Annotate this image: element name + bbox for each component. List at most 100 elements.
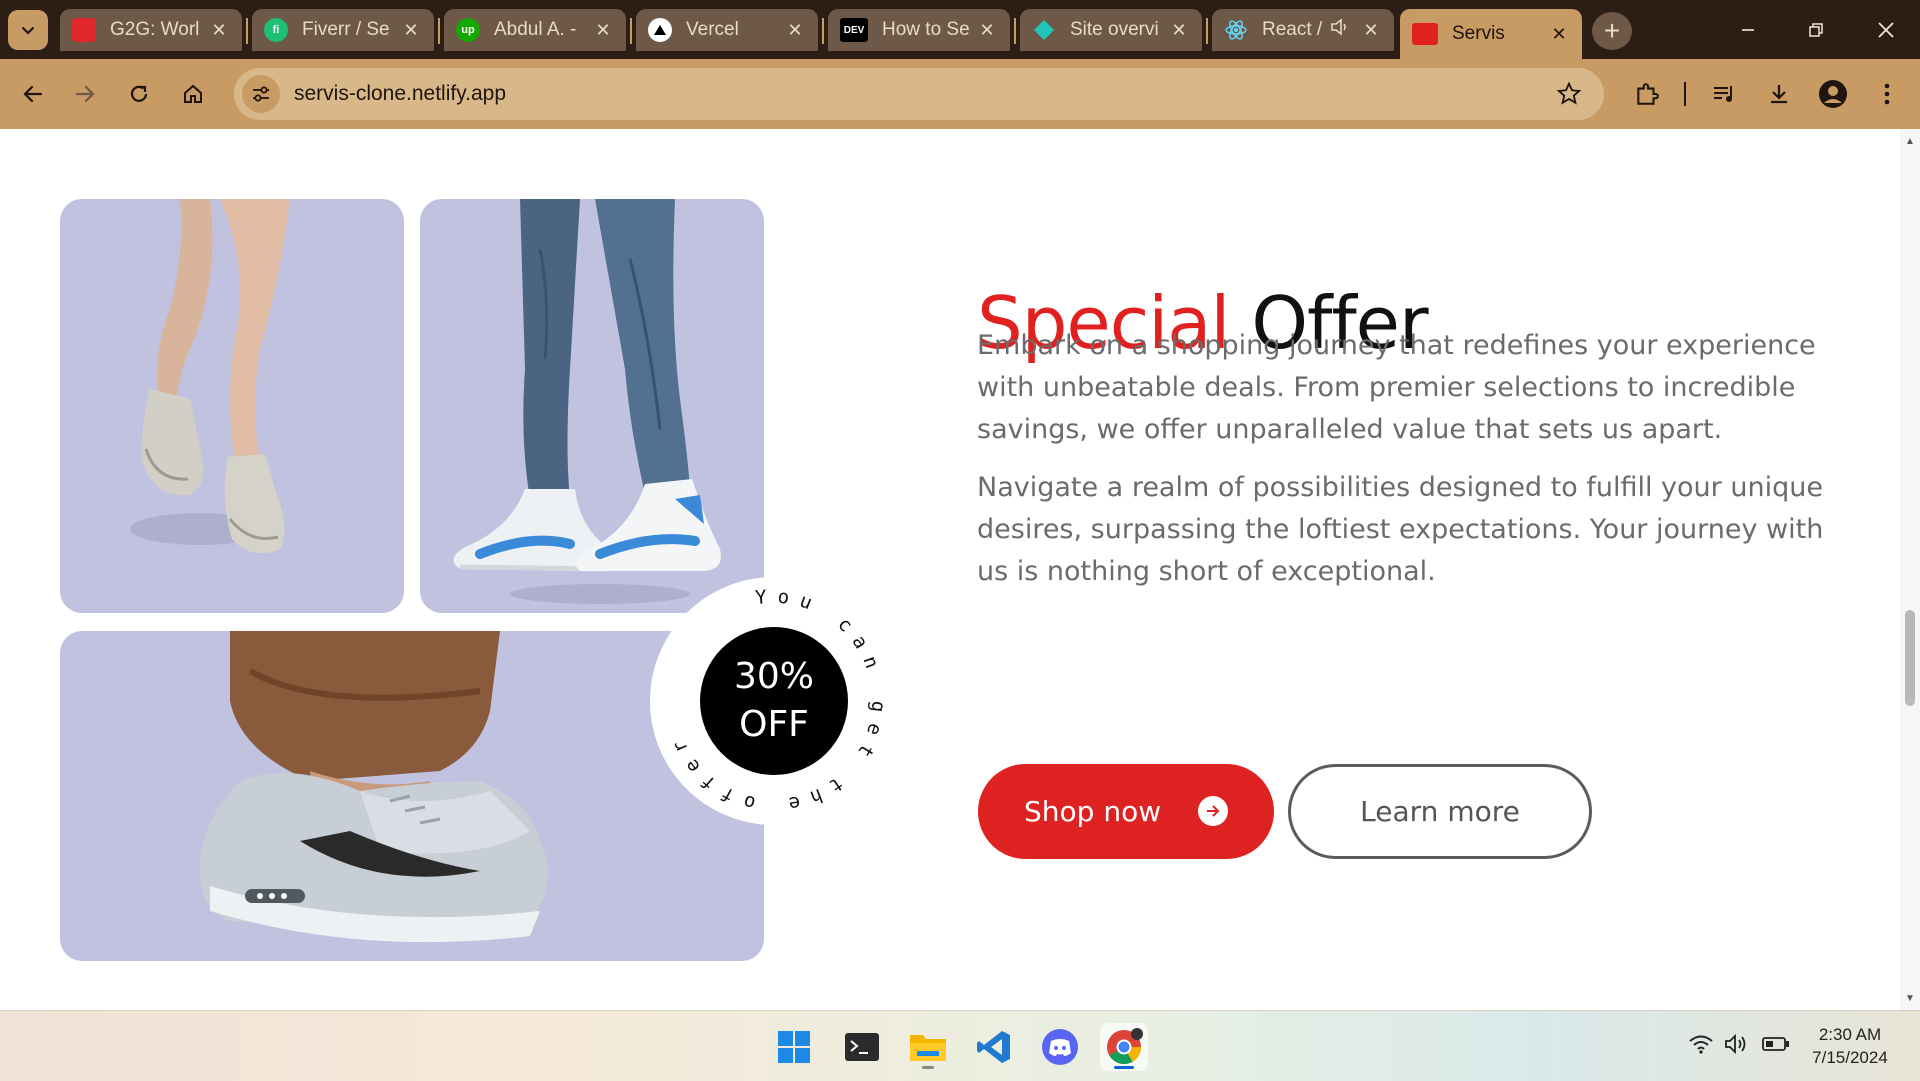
tab-servis[interactable]: Servis ✕ bbox=[1400, 9, 1582, 59]
tab-title: Fiverr / Se bbox=[302, 19, 390, 40]
tab-title: Vercel bbox=[686, 19, 739, 40]
tab-separator bbox=[822, 18, 824, 44]
legs-sneakers-image bbox=[130, 199, 290, 554]
close-window-button[interactable] bbox=[1856, 10, 1916, 50]
tab-title: How to Se bbox=[882, 19, 970, 40]
close-icon[interactable]: ✕ bbox=[592, 20, 614, 41]
running-indicator bbox=[922, 1066, 934, 1069]
servis-icon bbox=[1412, 23, 1438, 45]
tab-title: Abdul A. - bbox=[494, 19, 577, 40]
tab-fiverr[interactable]: fi Fiverr / Se ✕ bbox=[252, 9, 434, 51]
playlist-icon bbox=[1714, 86, 1732, 102]
tune-icon bbox=[253, 86, 269, 102]
avatar-icon bbox=[1819, 80, 1847, 108]
puzzle-icon bbox=[1637, 83, 1659, 105]
learn-more-button[interactable]: Learn more bbox=[1288, 764, 1592, 859]
wifi-icon[interactable] bbox=[1688, 1034, 1714, 1054]
menu-button[interactable] bbox=[1866, 73, 1908, 115]
g2g-icon bbox=[72, 18, 96, 42]
page-scrollbar[interactable]: ▲ ▼ bbox=[1900, 129, 1920, 1010]
discord-icon bbox=[1042, 1029, 1078, 1065]
shop-now-button[interactable]: Shop now bbox=[978, 764, 1274, 859]
discount-off-label: OFF bbox=[739, 704, 809, 745]
speaker-icon[interactable] bbox=[1330, 18, 1350, 42]
downloads-button[interactable] bbox=[1758, 73, 1800, 115]
address-bar[interactable]: servis-clone.netlify.app bbox=[234, 68, 1604, 120]
tab-g2g[interactable]: G2G: Worl ✕ bbox=[60, 9, 242, 51]
tab-separator bbox=[630, 18, 632, 44]
close-icon[interactable]: ✕ bbox=[400, 20, 422, 41]
windows-taskbar: 2:30 AM 7/15/2024 bbox=[0, 1010, 1920, 1081]
tab-netlify[interactable]: Site overvi ✕ bbox=[1020, 9, 1202, 51]
discord-app[interactable] bbox=[1036, 1023, 1084, 1071]
jeans-sneakers-image bbox=[453, 199, 721, 604]
browser-tab-bar: G2G: Worl ✕ fi Fiverr / Se ✕ up Abdul A.… bbox=[0, 0, 1920, 59]
windows-start-icon bbox=[778, 1031, 810, 1063]
vscode-icon bbox=[977, 1031, 1010, 1063]
tab-vercel[interactable]: Vercel ✕ bbox=[636, 9, 818, 51]
restore-icon bbox=[1809, 23, 1823, 37]
shop-now-label: Shop now bbox=[1024, 795, 1162, 828]
scroll-down-arrow-icon[interactable]: ▼ bbox=[1900, 988, 1920, 1008]
taskbar-clock[interactable]: 2:30 AM 7/15/2024 bbox=[1800, 1023, 1900, 1069]
home-button[interactable] bbox=[172, 73, 214, 115]
forward-button[interactable] bbox=[64, 73, 106, 115]
close-icon[interactable]: ✕ bbox=[1360, 20, 1382, 41]
dev-icon: DEV bbox=[840, 18, 868, 42]
secondary-paragraph: Navigate a realm of possibilities design… bbox=[977, 472, 1824, 587]
back-button[interactable] bbox=[12, 73, 54, 115]
vercel-icon bbox=[648, 18, 672, 42]
close-icon[interactable]: ✕ bbox=[976, 20, 998, 41]
url-text[interactable]: servis-clone.netlify.app bbox=[294, 82, 506, 106]
product-image-legs bbox=[60, 199, 404, 613]
home-icon bbox=[184, 84, 202, 103]
toolbar-divider bbox=[1684, 82, 1686, 106]
react-icon bbox=[1224, 18, 1248, 42]
close-icon[interactable]: ✕ bbox=[1168, 20, 1190, 41]
clock-time: 2:30 AM bbox=[1818, 1025, 1882, 1044]
extensions-button[interactable] bbox=[1626, 73, 1668, 115]
volume-icon[interactable] bbox=[1724, 1033, 1750, 1055]
intro-paragraph: Embark on a shopping journey that redefi… bbox=[977, 330, 1816, 445]
close-icon[interactable]: ✕ bbox=[208, 20, 230, 41]
close-icon[interactable]: ✕ bbox=[1548, 24, 1570, 45]
system-tray[interactable] bbox=[1688, 1033, 1790, 1055]
file-explorer-app[interactable] bbox=[904, 1023, 952, 1071]
tab-title: G2G: Worl bbox=[110, 19, 200, 40]
tab-separator bbox=[438, 18, 440, 44]
windows-start-button[interactable] bbox=[770, 1023, 818, 1071]
vscode-app[interactable] bbox=[970, 1023, 1018, 1071]
badge-center: 30% OFF bbox=[700, 627, 848, 775]
terminal-app[interactable] bbox=[838, 1023, 886, 1071]
chevron-down-icon bbox=[21, 26, 35, 35]
minimize-button[interactable] bbox=[1718, 10, 1778, 50]
page-content: You can get the offer from Nike 30% OFF … bbox=[0, 129, 1900, 1010]
learn-more-label: Learn more bbox=[1360, 795, 1520, 828]
tab-separator bbox=[246, 18, 248, 44]
reload-button[interactable] bbox=[118, 73, 160, 115]
file-explorer-icon bbox=[910, 1035, 946, 1061]
close-icon[interactable]: ✕ bbox=[784, 20, 806, 41]
new-tab-button[interactable]: + bbox=[1592, 12, 1632, 50]
chrome-app[interactable] bbox=[1100, 1023, 1148, 1071]
scroll-up-arrow-icon[interactable]: ▲ bbox=[1900, 131, 1920, 151]
minimize-icon bbox=[1742, 29, 1754, 31]
battery-icon[interactable] bbox=[1762, 1035, 1790, 1053]
tab-search-button[interactable] bbox=[8, 10, 48, 50]
restore-button[interactable] bbox=[1786, 10, 1846, 50]
clock-date: 7/15/2024 bbox=[1812, 1048, 1888, 1067]
tab-upwork[interactable]: up Abdul A. - ✕ bbox=[444, 9, 626, 51]
site-settings-button[interactable] bbox=[242, 75, 280, 113]
tab-dev[interactable]: DEV How to Se ✕ bbox=[828, 9, 1010, 51]
scrollbar-thumb[interactable] bbox=[1905, 610, 1915, 706]
bookmark-star-icon[interactable] bbox=[1556, 81, 1582, 112]
more-vert-icon bbox=[1884, 83, 1890, 105]
netlify-icon bbox=[1032, 18, 1056, 42]
tab-separator bbox=[1206, 18, 1208, 44]
tab-title: Site overvi bbox=[1070, 19, 1159, 40]
media-control-button[interactable] bbox=[1704, 73, 1746, 115]
tab-react[interactable]: React / ✕ bbox=[1212, 9, 1394, 51]
close-icon bbox=[1878, 22, 1894, 38]
tab-title: Servis bbox=[1452, 23, 1505, 44]
profile-button[interactable] bbox=[1812, 73, 1854, 115]
